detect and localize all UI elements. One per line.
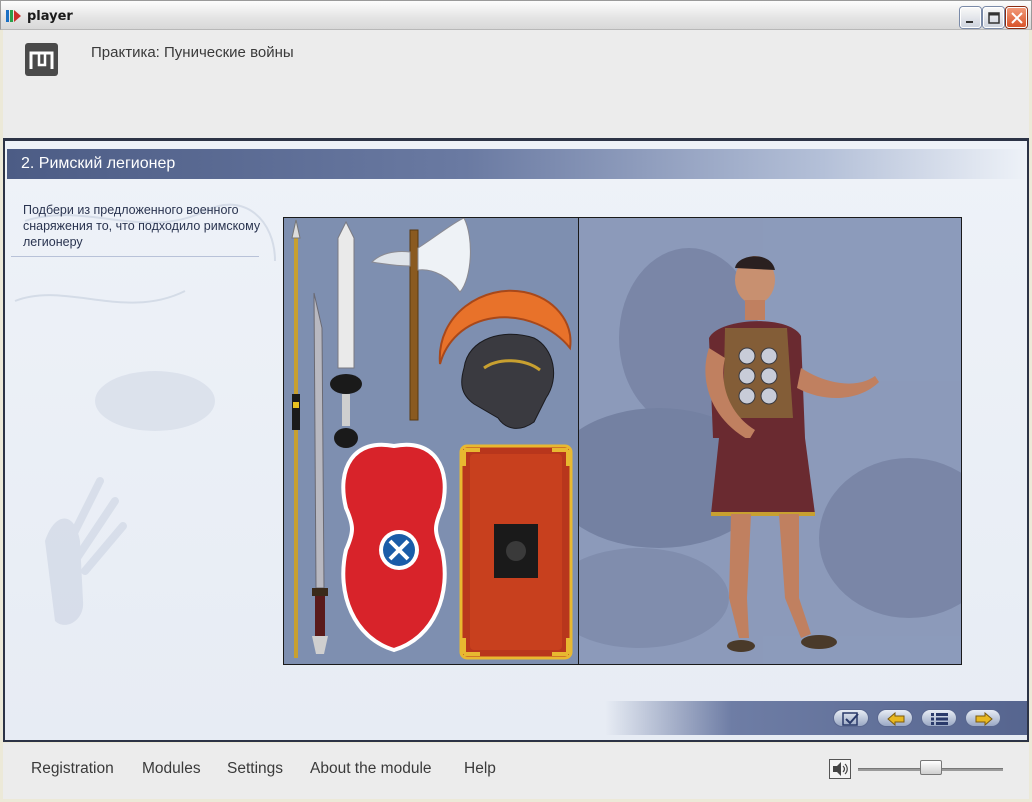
menu-registration[interactable]: Registration [31,760,114,778]
volume-slider-thumb[interactable] [919,760,942,775]
speaker-icon [833,762,848,776]
close-button[interactable] [1006,7,1027,28]
lesson-area: 2. Римский легионер Подбери из предложен… [3,141,1029,742]
next-button[interactable] [965,709,1001,727]
footer-menu: Registration Modules Settings About the … [3,743,1029,799]
window-titlebar[interactable]: player [0,0,1032,30]
maximize-button[interactable] [983,7,1004,28]
arrow-right-icon [975,712,993,726]
legionary-scene [579,218,961,664]
menu-settings[interactable]: Settings [227,760,283,778]
menu-about-module[interactable]: About the module [310,760,432,778]
crested-helmet-item[interactable] [438,289,572,429]
app-header: Практика: Пунические войны [3,30,1029,141]
course-logo [25,43,58,76]
menu-help[interactable]: Help [464,760,496,778]
section-header: 2. Римский легионер [7,149,1027,179]
close-icon [1011,12,1023,24]
spear-item[interactable] [291,219,301,658]
decorative-background [14,203,276,625]
contents-button[interactable] [921,709,957,727]
list-icon [931,713,948,725]
navigation-bar [605,701,1027,735]
window-title: player [27,9,73,24]
course-title: Практика: Пунические войны [91,44,294,61]
check-answer-button[interactable] [833,709,869,727]
pi-logo-icon [29,51,54,69]
scutum-shield-item[interactable] [459,444,573,660]
activity-stage [283,217,962,665]
sword-item[interactable] [330,220,362,448]
arrow-left-icon [887,712,905,726]
section-title: 2. Римский легионер [21,155,176,172]
minimize-button[interactable] [960,7,981,28]
mute-button[interactable] [829,759,851,779]
maximize-icon [988,12,1000,24]
oval-shield-item[interactable] [341,442,447,653]
player-app-icon [6,10,21,22]
task-instruction: Подбери из предложенного военного снаряж… [23,203,261,249]
menu-modules[interactable]: Modules [142,760,201,778]
previous-button[interactable] [877,709,913,727]
check-icon [842,712,859,726]
minimize-icon [966,21,973,23]
long-sword-item[interactable] [312,292,328,654]
equipment-panel [284,217,579,664]
instruction-divider [11,256,259,257]
